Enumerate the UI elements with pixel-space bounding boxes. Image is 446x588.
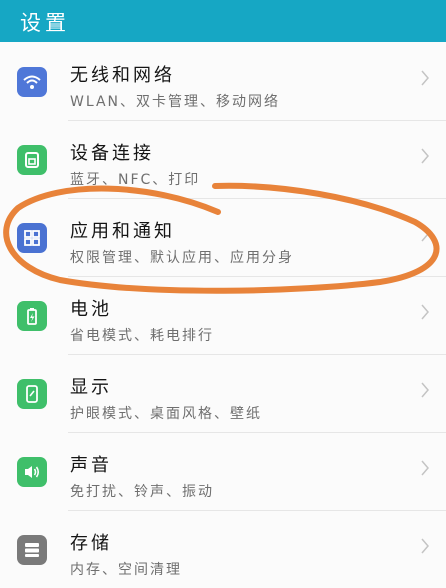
settings-item-title: 存储 (70, 533, 112, 554)
chevron-right-icon (421, 70, 429, 86)
storage-icon (17, 535, 47, 565)
chevron-right-icon (421, 304, 429, 320)
settings-item-storage[interactable]: 存储 内存、空间清理 (0, 510, 446, 588)
settings-item-title: 显示 (70, 377, 112, 398)
settings-item-title: 声音 (70, 455, 112, 476)
settings-item-subtitle: 权限管理、默认应用、应用分身 (70, 250, 294, 266)
settings-item-subtitle: 内存、空间清理 (70, 562, 182, 578)
apps-grid-icon (17, 223, 47, 253)
settings-item-subtitle: 蓝牙、NFC、打印 (70, 172, 201, 188)
device-connect-icon (17, 145, 47, 175)
wifi-icon (17, 67, 47, 97)
settings-item-wireless-network[interactable]: 无线和网络 WLAN、双卡管理、移动网络 (0, 42, 446, 120)
settings-item-display[interactable]: 显示 护眼模式、桌面风格、壁纸 (0, 354, 446, 432)
settings-item-subtitle: 省电模式、耗电排行 (70, 328, 214, 344)
settings-item-apps-notifications[interactable]: 应用和通知 权限管理、默认应用、应用分身 (0, 198, 446, 276)
settings-item-sound[interactable]: 声音 免打扰、铃声、振动 (0, 432, 446, 510)
speaker-icon (17, 457, 47, 487)
settings-item-title: 电池 (70, 299, 112, 320)
settings-item-subtitle: 护眼模式、桌面风格、壁纸 (70, 406, 262, 422)
settings-item-subtitle: 免打扰、铃声、振动 (70, 484, 214, 500)
settings-item-subtitle: WLAN、双卡管理、移动网络 (70, 94, 281, 110)
chevron-right-icon (421, 148, 429, 164)
settings-item-title: 设备连接 (70, 143, 154, 164)
settings-list: 无线和网络 WLAN、双卡管理、移动网络 设备连接 蓝牙、NFC、打印 应用和通… (0, 42, 446, 588)
chevron-right-icon (421, 226, 429, 242)
chevron-right-icon (421, 538, 429, 554)
display-icon (17, 379, 47, 409)
settings-item-device-connection[interactable]: 设备连接 蓝牙、NFC、打印 (0, 120, 446, 198)
app-bar: 设置 (0, 0, 446, 42)
battery-icon (17, 301, 47, 331)
settings-item-title: 应用和通知 (70, 221, 175, 242)
page-title: 设置 (20, 11, 70, 35)
settings-item-title: 无线和网络 (70, 65, 175, 86)
chevron-right-icon (421, 460, 429, 476)
settings-item-battery[interactable]: 电池 省电模式、耗电排行 (0, 276, 446, 354)
chevron-right-icon (421, 382, 429, 398)
